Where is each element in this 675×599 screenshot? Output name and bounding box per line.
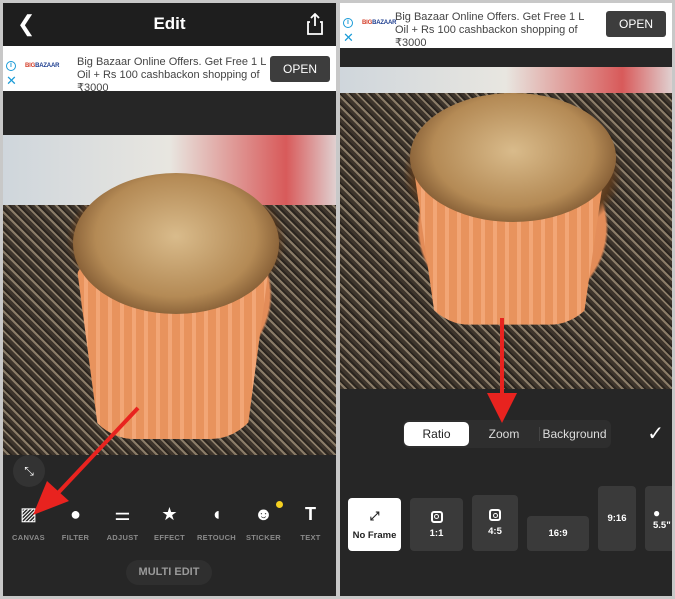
canvas-tabs: Ratio Zoom Background [403, 420, 611, 448]
info-icon[interactable]: i [343, 18, 353, 28]
multi-edit-button[interactable]: MULTI EDIT [126, 560, 212, 585]
filter-icon: ● [70, 504, 81, 524]
ad-logo: BIGBAZAAR [25, 63, 60, 69]
check-icon[interactable]: ✓ [647, 421, 664, 446]
tool-sticker[interactable]: ☻ STICKER [241, 501, 287, 542]
retouch-icon: ◖ [211, 504, 222, 524]
star-icon: ★ [161, 504, 178, 524]
ratio-9-16[interactable]: 9:16 [598, 486, 636, 551]
ratio-no-frame[interactable]: ⤢ No Frame [348, 498, 401, 551]
instagram-icon [430, 510, 443, 523]
tool-canvas[interactable]: ▨ CANVAS [6, 503, 52, 542]
info-icon[interactable]: i [6, 61, 16, 71]
close-icon[interactable]: ✕ [343, 31, 354, 44]
close-icon[interactable]: ✕ [6, 74, 17, 87]
ratio-16-9[interactable]: 16:9 [527, 516, 589, 551]
photo-canvas[interactable] [3, 135, 336, 455]
canvas-icon: ▨ [19, 504, 37, 524]
ad-open-button[interactable]: OPEN [606, 11, 666, 37]
share-icon[interactable] [306, 13, 324, 35]
tool-effect[interactable]: ★ EFFECT [147, 503, 193, 542]
tool-adjust[interactable]: ⚌ ADJUST [100, 503, 146, 542]
adjust-icon: ⚌ [114, 504, 131, 524]
instagram-icon [489, 509, 501, 521]
ad-banner[interactable]: i ✕ BIGBAZAAR Big Bazaar Online Offers. … [340, 3, 672, 49]
tab-zoom[interactable]: Zoom [469, 427, 539, 441]
text-icon: T [305, 504, 316, 524]
tool-text[interactable]: T TEXT [288, 503, 334, 542]
ad-banner[interactable]: i ✕ BIGBAZAAR Big Bazaar Online Offers. … [3, 46, 336, 94]
expand-icon: ⤢ [369, 508, 380, 523]
ad-open-button[interactable]: OPEN [270, 56, 330, 82]
ratio-1-1[interactable]: 1:1 [410, 498, 463, 551]
apple-icon: ● [653, 506, 661, 520]
right-screen: i ✕ BIGBAZAAR Big Bazaar Online Offers. … [340, 3, 672, 596]
tab-background[interactable]: Background [539, 427, 609, 441]
tab-ratio[interactable]: Ratio [404, 422, 469, 446]
page-title: Edit [153, 14, 186, 33]
tool-retouch[interactable]: ◖ RETOUCH [194, 503, 240, 542]
ad-text: Big Bazaar Online Offers. Get Free 1 L O… [395, 11, 584, 49]
ad-logo: BIGBAZAAR [362, 20, 397, 26]
left-screen: ❮ Edit i ✕ BIGBAZAAR Big Bazaar Online O… [3, 3, 336, 596]
photo-canvas[interactable] [340, 67, 672, 389]
new-badge [275, 501, 283, 508]
collapse-icon[interactable]: ⤡ [13, 455, 45, 487]
ad-text: Big Bazaar Online Offers. Get Free 1 L O… [77, 56, 266, 94]
ratio-4-5[interactable]: 4:5 [472, 495, 518, 551]
ratio-apple-5-5[interactable]: ● 5.5" [645, 486, 672, 551]
tool-filter[interactable]: ● FILTER [53, 503, 99, 542]
header: ❮ Edit [3, 3, 336, 46]
toolbar: ▨ CANVAS ● FILTER ⚌ ADJUST ★ EFFECT ◖ RETOUCH… [3, 501, 336, 542]
